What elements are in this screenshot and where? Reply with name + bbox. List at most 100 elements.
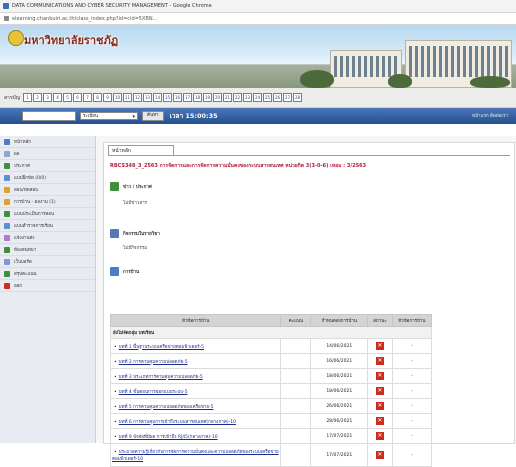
due-date-cell: 18/06/2021	[310, 368, 369, 384]
homework-link[interactable]: ประมวลความรู้เกี่ยวกับการจัดการความมั่นค…	[112, 450, 279, 462]
menu-button[interactable]: 28	[292, 93, 302, 102]
sidebar-item-icon	[4, 162, 10, 169]
due-date-cell: 28/06/2021	[310, 413, 369, 429]
menu-button[interactable]: 17	[182, 93, 192, 102]
content-menu-bar: สารบัญ 1 2 3 4 5 6 7 8 9 10 11 12 13 14 15 16 17 18 19 20 21…	[0, 88, 516, 108]
menu-button[interactable]: 19	[202, 93, 212, 102]
url-text[interactable]: elearning.chanbuiri.ac.th/class_index.ph…	[12, 16, 157, 22]
homework-link[interactable]: บทที่ 3 ประเภทการควบคุมความปลอดภัย-5	[119, 375, 203, 380]
sidebar-item[interactable]: ประกาศ	[0, 160, 95, 172]
result-cell: -	[391, 368, 433, 384]
menu-button[interactable]: 8	[92, 93, 102, 102]
lock-icon	[4, 16, 9, 21]
unit-group-row: ยังไม่จัดกลุ่ม บทเรียน	[110, 326, 432, 339]
due-date-cell: 18/06/2021	[310, 383, 369, 399]
result-cell: -	[391, 383, 433, 399]
menu-button[interactable]: 7	[82, 93, 92, 102]
result-cell: -	[391, 443, 433, 467]
sidebar-item[interactable]: ออก	[0, 280, 95, 292]
menu-button[interactable]: 1	[22, 93, 32, 102]
menu-buttons: 1 2 3 4 5 6 7 8 9 10 11 12 13 14 15 16 17 18 19 20 21 22 23 24 2…	[22, 93, 303, 102]
search-input[interactable]	[22, 111, 76, 121]
menu-button[interactable]: 3	[42, 93, 52, 102]
sidebar-item[interactable]: สอบ/ทดสอบ	[0, 184, 95, 196]
menu-button[interactable]: 27	[282, 93, 292, 102]
sidebar-item[interactable]: แบบสำรวจการเรียน	[0, 220, 95, 232]
menu-button[interactable]: 6	[72, 93, 82, 102]
result-cell: -	[391, 413, 433, 429]
menu-button[interactable]: 20	[212, 93, 222, 102]
sidebar-item-label: เว็บบอร์ด	[14, 260, 32, 265]
course-sidebar: หน้าหลัก ผล ประกาศ แบบฝึกหัด (0/0) สอบ/ทดสอบ…	[0, 136, 96, 443]
sidebar-item[interactable]: สรุปคะแนน	[0, 268, 95, 280]
table-row: • บทที่ 3 ประเภทการควบคุมความปลอดภัย-5 18/…	[109, 368, 433, 384]
menu-button[interactable]: 5	[62, 93, 72, 102]
delete-icon[interactable]: ✕	[375, 417, 384, 425]
due-date-cell: 26/06/2021	[310, 398, 369, 414]
delete-icon[interactable]: ✕	[375, 451, 384, 459]
menu-button[interactable]: 16	[172, 93, 182, 102]
banner-tree	[470, 76, 510, 88]
delete-icon[interactable]: ✕	[375, 387, 384, 395]
homework-table: หัวข้อการบ้าน คะแนน กำหนดส่งการบ้าน สถาน…	[109, 314, 433, 467]
sidebar-item[interactable]: ห้องสนทนา	[0, 244, 95, 256]
points-cell	[280, 443, 312, 467]
result-cell: -	[391, 398, 433, 414]
menu-button[interactable]: 18	[192, 93, 202, 102]
sidebar-item-label: ออก	[14, 284, 23, 289]
sidebar-item[interactable]: การบ้าน - ผลงาน (1)	[0, 196, 95, 208]
sidebar-item-icon	[4, 246, 10, 253]
delete-icon[interactable]: ✕	[375, 342, 384, 350]
sidebar-item-icon	[4, 270, 10, 277]
search-button[interactable]: ค้นหา	[142, 111, 164, 121]
search-type-select[interactable]: ระเบียน ▾	[80, 112, 138, 120]
sidebar-item[interactable]: ผล	[0, 148, 95, 160]
due-date-cell: 16/06/2021	[310, 353, 369, 369]
sidebar-item[interactable]: แจ้งงานส่ง	[0, 232, 95, 244]
sidebar-item[interactable]: แบบฝึกหัด (0/0)	[0, 172, 95, 184]
sidebar-item-icon	[4, 210, 10, 217]
menu-button[interactable]: 22	[232, 93, 242, 102]
delete-icon[interactable]: ✕	[375, 372, 384, 380]
table-row: • บทที่ 1 พื้นฐานระบบเครือข่ายคอมพิวเตอร์…	[109, 338, 433, 354]
address-bar[interactable]: elearning.chanbuiri.ac.th/class_index.ph…	[0, 13, 516, 25]
sidebar-item[interactable]: หน้าหลัก	[0, 136, 95, 148]
sidebar-item[interactable]: เว็บบอร์ด	[0, 256, 95, 268]
menu-button[interactable]: 26	[272, 93, 282, 102]
menu-button[interactable]: 24	[252, 93, 262, 102]
homework-link[interactable]: บทที่ 2 การควบคุมความปลอดภัย-5	[119, 360, 188, 365]
result-cell: -	[391, 353, 433, 369]
banner-tree	[300, 70, 334, 88]
menu-button[interactable]: 10	[112, 93, 122, 102]
menu-button[interactable]: 13	[142, 93, 152, 102]
menu-button[interactable]: 14	[152, 93, 162, 102]
sidebar-item[interactable]: แบบประเมินการสอน	[0, 208, 95, 220]
menu-button[interactable]: 11	[122, 93, 132, 102]
tab-home[interactable]: หน้าหลัก	[108, 145, 174, 155]
menu-button[interactable]: 23	[242, 93, 252, 102]
menu-button[interactable]: 4	[52, 93, 62, 102]
menu-label: สารบัญ	[4, 94, 20, 101]
menu-button[interactable]: 25	[262, 93, 272, 102]
delete-icon[interactable]: ✕	[375, 357, 384, 365]
window-title: DATA COMMUNICATIONS AND CYBER SECURITY M…	[12, 3, 212, 9]
homework-link[interactable]: บทที่ 1 พื้นฐานระบบเครือข่ายคอมพิวเตอร์-…	[119, 345, 204, 350]
menu-button[interactable]: 21	[222, 93, 232, 102]
points-cell	[280, 398, 312, 414]
homework-link[interactable]: บทที่ 5 การควบคุมความปลอดภัยของเครือข่าย…	[119, 405, 214, 410]
menu-button[interactable]: 15	[162, 93, 172, 102]
homework-link[interactable]: บทที่ 4 ขั้นตอนการออกแบบระบบ-5	[119, 390, 188, 395]
homework-link[interactable]: บทที่ 9 ปัจจัยที่มีผล การเข้าถึง RJ45(กล…	[119, 435, 218, 440]
delete-icon[interactable]: ✕	[375, 432, 384, 440]
sidebar-item-label: แจ้งงานส่ง	[14, 236, 35, 241]
toolbar-links[interactable]: หน้าแรก ติดต่อเรา	[472, 112, 508, 119]
points-cell	[280, 383, 312, 399]
due-date-cell: 17/07/2021	[310, 443, 369, 467]
search-toolbar: ระเบียน ▾ ค้นหา เวลา 15:00:35 หน้าแรก ติ…	[0, 108, 516, 124]
homework-link[interactable]: บทที่ 6 การควบคุมการเข้าถึงระบบสารสนเทศ(…	[119, 420, 236, 425]
menu-button[interactable]: 2	[32, 93, 42, 102]
menu-button[interactable]: 9	[102, 93, 112, 102]
delete-icon[interactable]: ✕	[375, 402, 384, 410]
content-area: หน้าหลัก ผล ประกาศ แบบฝึกหัด (0/0) สอบ/ทดสอบ…	[0, 136, 516, 467]
menu-button[interactable]: 12	[132, 93, 142, 102]
